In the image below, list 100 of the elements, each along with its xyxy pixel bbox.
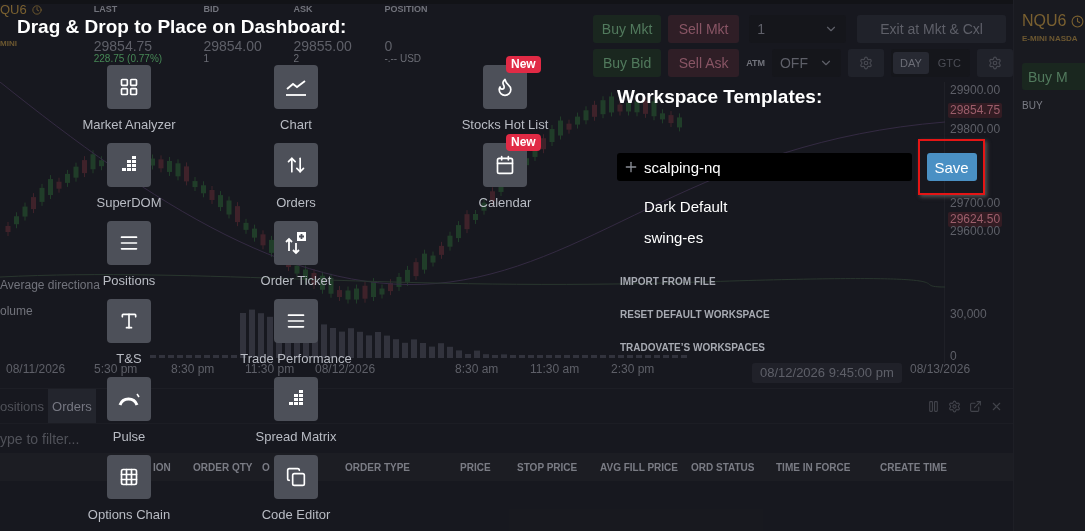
new-badge: New (506, 134, 541, 151)
atm-label: ATM (746, 58, 765, 68)
volume-bar (375, 332, 381, 358)
action-link[interactable]: IMPORT FROM FILE (620, 265, 716, 298)
template-name-field[interactable]: scalping-nq (617, 153, 912, 181)
flame-icon (495, 77, 515, 97)
line-chart-icon (285, 77, 307, 97)
column-header: O (262, 461, 270, 473)
template-item[interactable]: swing-es (644, 222, 704, 253)
quote-label: ASK (293, 4, 313, 14)
clock-icon (31, 5, 42, 15)
widget-label: Order Ticket (260, 273, 332, 289)
widget-label: Market Analyzer (82, 117, 176, 133)
buy-bid-button[interactable]: Buy Bid (593, 49, 662, 77)
axis-label: 29600.00 (949, 224, 1002, 239)
widget-label: Chart (280, 117, 312, 133)
widget-label: Pulse (112, 429, 146, 445)
widget-tile[interactable] (274, 299, 318, 343)
widget-tile[interactable] (274, 221, 318, 265)
widget-label: Spread Matrix (255, 429, 337, 445)
clock-icon (1071, 14, 1085, 28)
price-marker: 29624.50 (948, 212, 1003, 227)
section-title: Workspace Templates: (617, 86, 823, 108)
volume-bar (429, 346, 435, 358)
widget-tile[interactable] (274, 377, 318, 421)
volume-bar (411, 339, 417, 358)
axis-label: 0 (949, 349, 958, 364)
template-item[interactable]: Dark Default (644, 191, 728, 222)
axis-label: 08/11/2026 (6, 363, 66, 376)
volume-bar (366, 335, 372, 358)
buy-market-button[interactable]: Buy Mkt (593, 15, 662, 43)
widget-tile[interactable] (274, 143, 318, 187)
block-steps-icon (120, 156, 138, 174)
quote-label: POSITION (384, 4, 428, 14)
copy-icon (286, 467, 306, 487)
column-header: STOP PRICE (517, 461, 578, 473)
widget-label: Calendar (478, 195, 532, 211)
grid-icon (119, 77, 139, 97)
widget-tile[interactable] (107, 65, 151, 109)
axis-label: 29700.00 (949, 196, 1002, 211)
buy-market-button[interactable]: Buy M (1022, 63, 1085, 90)
time-in-force-option[interactable]: DAY (892, 52, 929, 74)
quote-value: 29855.00 (293, 39, 352, 53)
block-steps-icon (287, 390, 305, 408)
save-button[interactable]: Save (926, 153, 977, 181)
axis-label: 29900.00 (949, 83, 1002, 98)
plus-icon (623, 159, 639, 175)
volume-bar (447, 346, 453, 358)
volume-bar (456, 350, 462, 358)
lines-icon (286, 311, 306, 331)
widget-label: Code Editor (261, 507, 331, 523)
settings-icon (988, 56, 1002, 70)
widget-label: Stocks Hot List (461, 117, 549, 133)
axis-label: 11:30 pm (245, 363, 295, 376)
quote-value: 29854.00 (203, 39, 262, 53)
quote-change: 2 (293, 54, 299, 64)
widget-tile[interactable] (107, 299, 151, 343)
volume-bar (474, 350, 480, 358)
symbol-text: NQU6 (1022, 12, 1067, 30)
quote-change: -.-- USD (384, 54, 422, 64)
gauge-arc-icon (117, 391, 141, 407)
volume-bar (393, 339, 399, 358)
widget-tile[interactable] (107, 455, 151, 499)
quote-change: 228.75 (0.77%) (93, 54, 163, 64)
volume-bar (357, 331, 363, 358)
quote-label: LAST (93, 4, 118, 14)
widget-label: T&S (116, 351, 142, 366)
arrows-plus-icon (284, 231, 308, 255)
quote-label: BID (203, 4, 219, 14)
sell-ask-button[interactable]: Sell Ask (668, 49, 740, 77)
price-marker: 29854.75 (948, 103, 1003, 118)
widget-tile[interactable] (107, 221, 151, 265)
letter-t-icon (119, 311, 139, 331)
axis-label: 30,000 (949, 307, 988, 322)
column-header: TIME IN FORCE (776, 461, 851, 473)
panel-tab[interactable]: Orders (48, 389, 96, 423)
widget-tile[interactable] (107, 143, 151, 187)
atm-select[interactable]: OFF (771, 49, 841, 77)
action-link[interactable]: RESET DEFAULT WORKSPACE (620, 298, 770, 331)
time-in-force-option[interactable]: GTC (930, 52, 968, 74)
action-link[interactable]: TRADOVATE’S WORKSPACES (620, 331, 765, 364)
widget-label: Trade Performance (240, 351, 352, 366)
calendar-icon (495, 155, 515, 175)
volume-bar (438, 343, 444, 358)
column-header: ORD STATUS (691, 461, 755, 473)
exit-button[interactable]: Exit at Mkt & Cxl (857, 15, 1007, 43)
column-header: PRICE (460, 461, 491, 473)
widget-label: Positions (102, 273, 156, 289)
widget-tile[interactable] (107, 377, 151, 421)
table-icon (119, 467, 139, 487)
quantity-select[interactable]: 1 (749, 15, 847, 43)
axis-label: 8:30 pm (171, 363, 215, 376)
widget-tile[interactable] (274, 65, 318, 109)
settings-icon (858, 56, 873, 70)
volume-bar (402, 342, 408, 358)
instrument-name: MINI (0, 39, 17, 48)
widget-tile[interactable] (274, 455, 318, 499)
instrument-name: E-MINI NASDA (1022, 34, 1078, 43)
column-header: CREATE TIME (880, 461, 948, 473)
sell-market-button[interactable]: Sell Mkt (668, 15, 740, 43)
